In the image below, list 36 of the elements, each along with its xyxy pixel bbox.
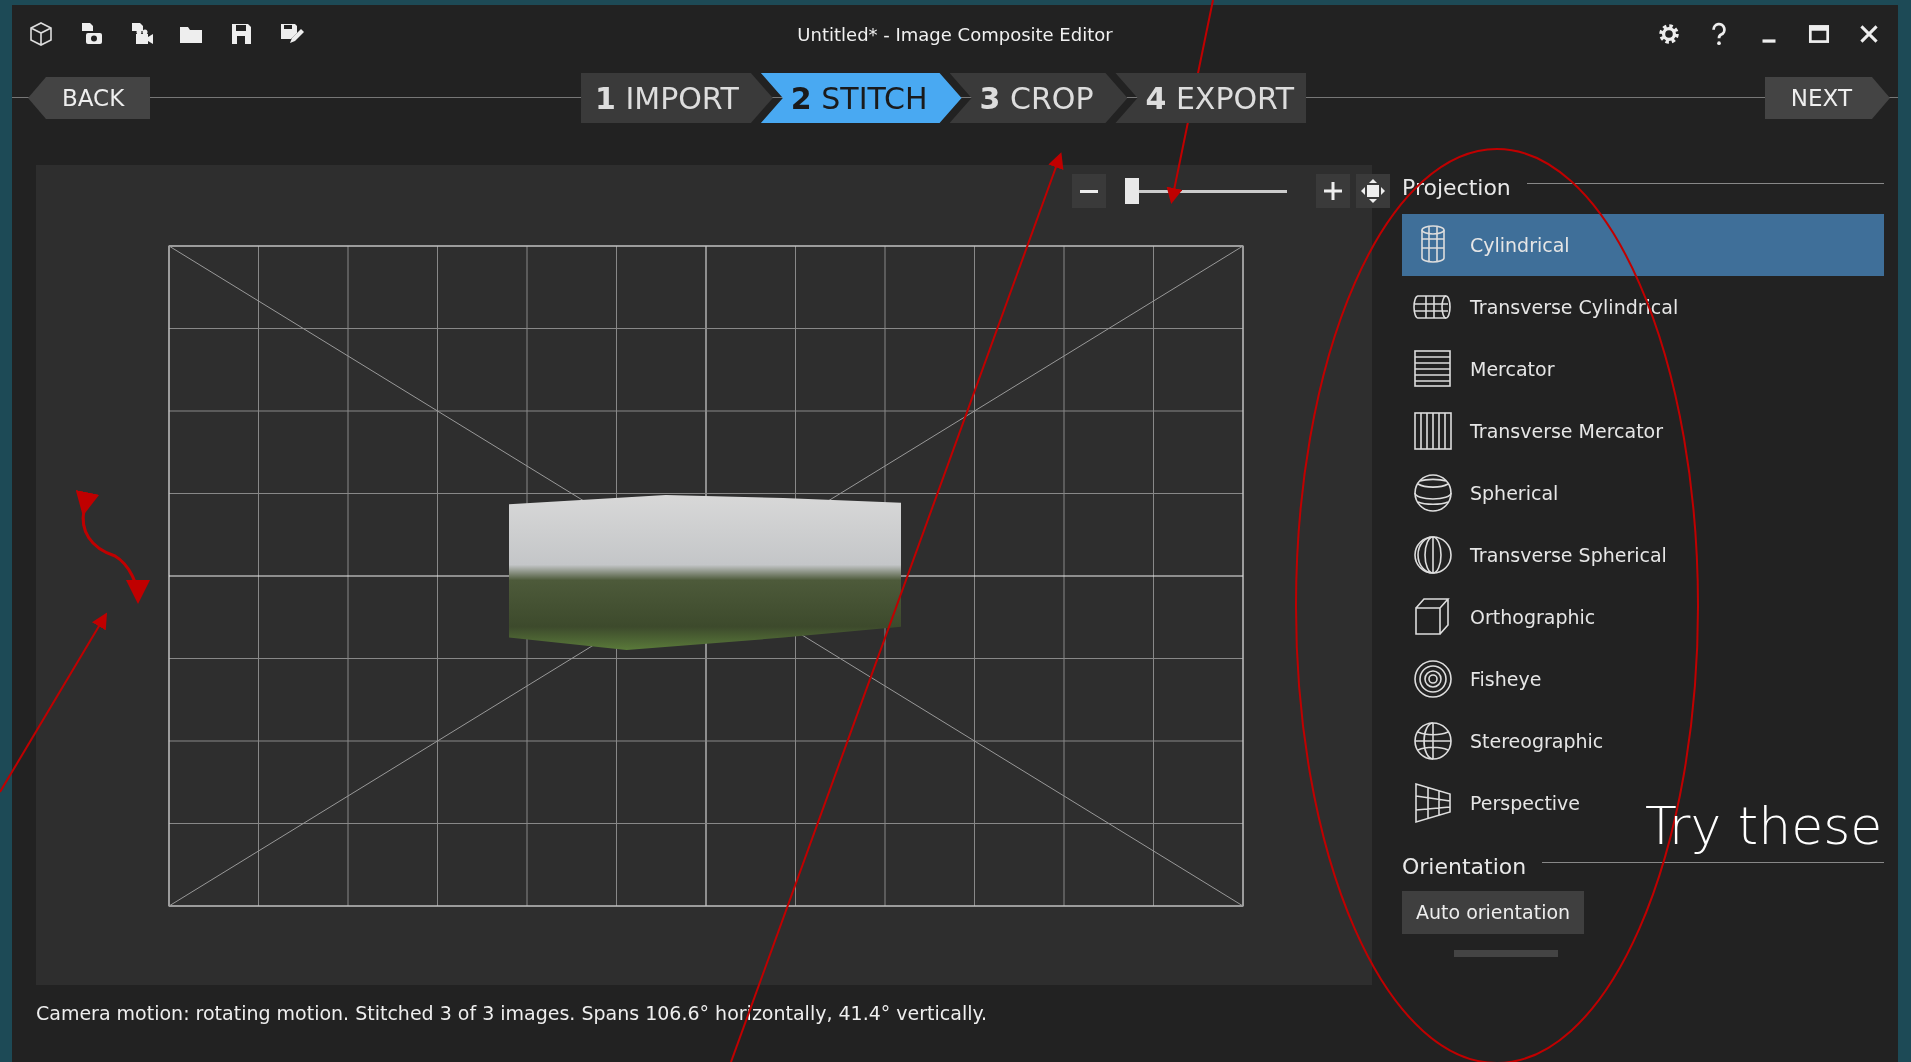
settings-icon[interactable] — [1656, 21, 1682, 47]
option-label: Transverse Mercator — [1470, 418, 1664, 444]
cube-icon[interactable] — [28, 21, 54, 47]
fit-view-icon — [1360, 178, 1386, 204]
back-button[interactable]: BACK — [28, 77, 151, 119]
fit-view-button[interactable] — [1356, 174, 1390, 208]
wizard-step-tab[interactable]: 2 STITCH — [760, 73, 962, 123]
projection-option[interactable]: Transverse Mercator — [1402, 400, 1672, 462]
projection-option[interactable]: Orthographic — [1402, 586, 1604, 648]
auto-orientation-button[interactable]: Auto orientation — [1402, 891, 1585, 934]
option-label: Orthographic — [1470, 604, 1596, 630]
option-label: Spherical — [1470, 480, 1559, 506]
wizard-step-tab[interactable]: 3 CROP — [949, 73, 1128, 123]
projection-option[interactable]: Transverse Spherical — [1402, 524, 1675, 586]
option-label: Stereographic — [1470, 728, 1604, 754]
section-heading: Orientation — [1402, 853, 1527, 881]
zoom-in-button[interactable] — [1316, 174, 1350, 208]
projection-option[interactable]: Fisheye — [1402, 648, 1550, 710]
projection-option[interactable]: Spherical — [1402, 462, 1567, 524]
projection-option[interactable]: Cylindrical — [1402, 214, 1884, 276]
wizard-step-tab[interactable]: 4 EXPORT — [1115, 73, 1307, 123]
plus-icon — [1323, 181, 1343, 201]
projection-option[interactable]: Stereographic — [1402, 710, 1612, 772]
option-label: Fisheye — [1470, 666, 1542, 692]
window-title: Untitled* - Image Composite Editor — [797, 22, 1113, 47]
next-button[interactable]: NEXT — [1764, 77, 1890, 119]
zoom-out-button[interactable] — [1072, 174, 1106, 208]
option-label: Transverse Spherical — [1470, 542, 1667, 568]
slider-thumb[interactable] — [1125, 178, 1140, 204]
option-label: Perspective — [1470, 790, 1581, 816]
option-label: Cylindrical — [1470, 232, 1570, 258]
option-label: Mercator — [1470, 356, 1555, 382]
projection-option[interactable]: Perspective — [1402, 772, 1589, 834]
wizard-step-tab[interactable]: 1 IMPORT — [581, 73, 773, 123]
minus-icon — [1080, 189, 1098, 193]
projection-option[interactable]: Mercator — [1402, 338, 1563, 400]
